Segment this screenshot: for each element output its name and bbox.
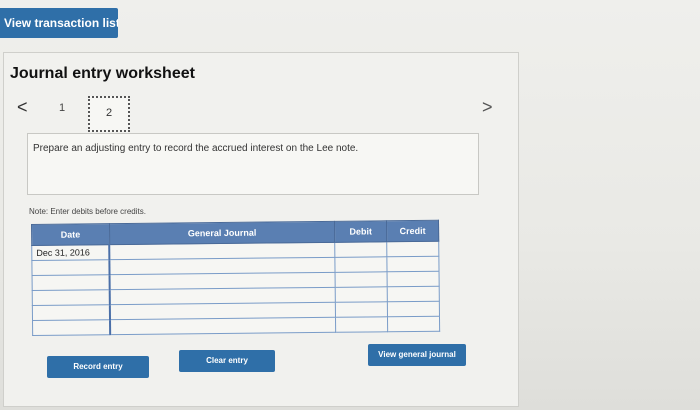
clear-entry-button[interactable]: Clear entry bbox=[179, 350, 275, 372]
view-general-journal-button[interactable]: View general journal bbox=[368, 344, 466, 366]
credit-cell[interactable] bbox=[387, 316, 440, 332]
debit-cell[interactable] bbox=[335, 316, 388, 333]
date-cell[interactable]: Dec 31, 2016 bbox=[31, 244, 110, 261]
debit-cell[interactable] bbox=[335, 286, 388, 303]
debit-cell[interactable] bbox=[335, 271, 388, 288]
credit-cell[interactable] bbox=[386, 241, 439, 257]
record-entry-button[interactable]: Record entry bbox=[47, 356, 149, 378]
column-header-debit: Debit bbox=[334, 220, 387, 243]
step-1-tab[interactable]: 1 bbox=[59, 102, 65, 114]
step-2-tab[interactable]: 2 bbox=[88, 96, 130, 132]
credit-cell[interactable] bbox=[387, 301, 440, 317]
credit-cell[interactable] bbox=[387, 286, 440, 302]
worksheet-title: Journal entry worksheet bbox=[10, 65, 195, 82]
column-header-date: Date bbox=[31, 223, 110, 246]
column-header-credit: Credit bbox=[386, 220, 439, 242]
credit-cell[interactable] bbox=[387, 271, 440, 287]
prev-step-icon[interactable]: < bbox=[17, 97, 28, 118]
date-cell[interactable] bbox=[32, 274, 111, 291]
journal-table: Date General Journal Debit Credit Dec 31… bbox=[31, 220, 440, 336]
date-cell[interactable] bbox=[32, 319, 111, 336]
view-transaction-list-button[interactable]: View transaction list bbox=[0, 8, 118, 38]
column-header-general-journal: General Journal bbox=[109, 221, 335, 245]
date-cell[interactable] bbox=[31, 259, 110, 276]
note-text: Note: Enter debits before credits. bbox=[29, 207, 146, 216]
account-cell[interactable] bbox=[110, 317, 336, 335]
debit-cell[interactable] bbox=[334, 241, 387, 258]
date-cell[interactable] bbox=[32, 304, 111, 321]
credit-cell[interactable] bbox=[386, 256, 440, 272]
date-cell[interactable] bbox=[32, 289, 111, 306]
prompt-text: Prepare an adjusting entry to record the… bbox=[33, 143, 359, 154]
debit-cell[interactable] bbox=[335, 301, 388, 318]
next-step-icon[interactable]: > bbox=[482, 97, 493, 118]
debit-cell[interactable] bbox=[335, 256, 388, 273]
